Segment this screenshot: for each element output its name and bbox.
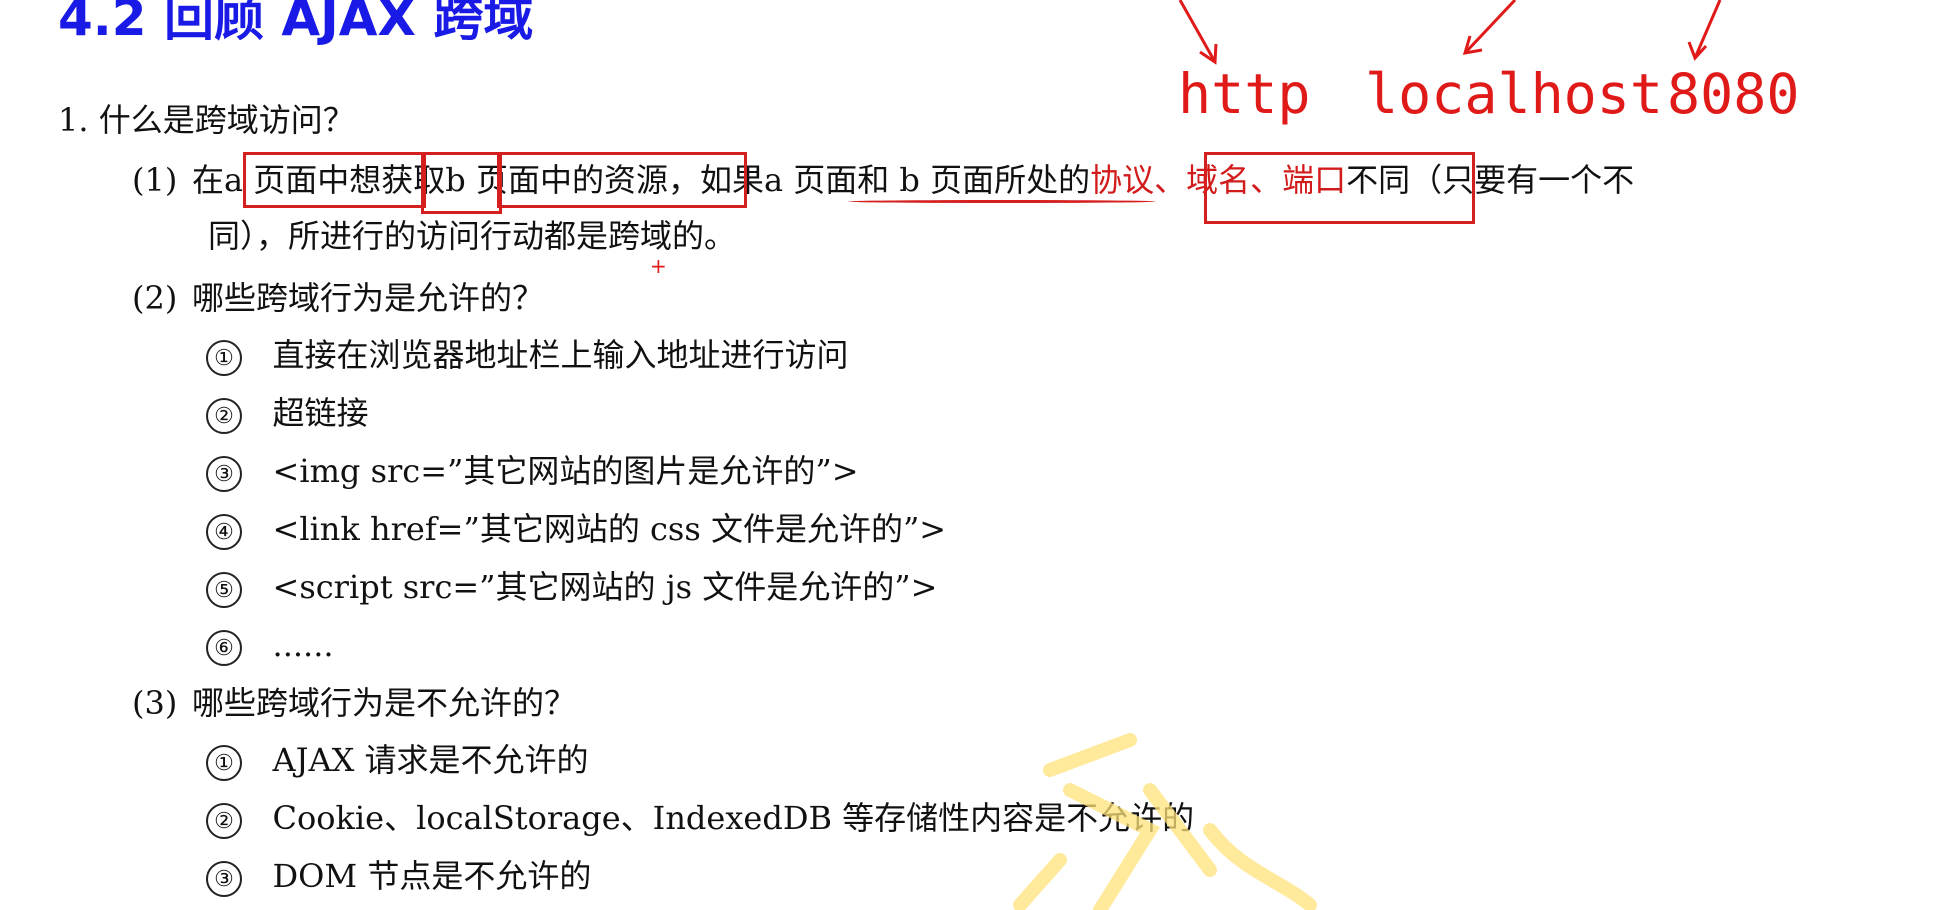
page-title: 4.2 回顾 AJAX 跨域: [58, 0, 534, 47]
allowed-marker-2: ②: [206, 397, 242, 434]
allowed-item: ④ <link href=”其它网站的 css 文件是允许的”>: [206, 509, 946, 550]
allowed-item: ⑥ ......: [206, 625, 334, 666]
allowed-text-4: <link href=”其它网站的 css 文件是允许的”>: [272, 510, 947, 548]
annotation-host: localhost: [1365, 62, 1664, 126]
item-1-line-2: 同），所进行的访问行动都是跨域的。: [208, 217, 737, 255]
allowed-item: ① 直接在浏览器地址栏上输入地址进行访问: [206, 335, 849, 376]
arrow-to-host: [1463, 0, 1517, 55]
allowed-text-5: <script src=”其它网站的 js 文件是允许的”>: [272, 568, 938, 606]
item-3-text: 哪些跨域行为是不允许的？: [192, 684, 577, 722]
arrow-to-scheme: [1178, 0, 1217, 63]
allowed-item: ③ <img src=”其它网站的图片是允许的”>: [206, 451, 859, 492]
highlight-box-a-page: [243, 152, 426, 208]
item-2-text: 哪些跨域行为是允许的？: [192, 279, 545, 317]
highlight-box-b-resource: [497, 152, 747, 208]
allowed-text-6: ......: [272, 626, 334, 664]
disallowed-marker-3: ③: [206, 860, 242, 897]
annotation-scheme: http: [1178, 62, 1311, 126]
allowed-text-3: <img src=”其它网站的图片是允许的”>: [272, 452, 859, 490]
item-3: (3) 哪些跨域行为是不允许的？: [132, 683, 576, 723]
allowed-marker-1: ①: [206, 339, 242, 376]
underline-pages: [848, 200, 1156, 203]
item-1-number: (1): [132, 161, 178, 199]
arrow-to-port: [1693, 0, 1722, 59]
disallowed-text-3: DOM 节点是不允许的: [272, 857, 592, 895]
highlight-box-protocol: [1204, 152, 1475, 224]
disallowed-marker-2: ②: [206, 802, 242, 839]
disallowed-item: ① AJAX 请求是不允许的: [206, 740, 589, 781]
cursor-cross: +: [650, 254, 667, 278]
item-2: (2) 哪些跨域行为是允许的？: [132, 278, 544, 318]
allowed-marker-4: ④: [206, 513, 242, 550]
annotation-port: 8080: [1667, 62, 1800, 126]
section-heading: 1. 什么是跨域访问？: [58, 101, 355, 139]
allowed-text-2: 超链接: [272, 394, 369, 432]
highlight-box-fetch: [421, 152, 502, 214]
allowed-marker-5: ⑤: [206, 571, 242, 608]
item-1-part-5: a 页面和 b 页面所处的: [763, 161, 1091, 199]
allowed-item: ② 超链接: [206, 393, 369, 434]
item-2-number: (2): [132, 279, 178, 317]
disallowed-text-1: AJAX 请求是不允许的: [272, 741, 589, 779]
allowed-item: ⑤ <script src=”其它网站的 js 文件是允许的”>: [206, 567, 937, 608]
disallowed-marker-1: ①: [206, 744, 242, 781]
allowed-marker-6: ⑥: [206, 629, 242, 666]
disallowed-item: ③ DOM 节点是不允许的: [206, 856, 591, 897]
item-3-number: (3): [132, 684, 178, 722]
watermark-logo: [1013, 733, 1317, 910]
allowed-text-1: 直接在浏览器地址栏上输入地址进行访问: [272, 336, 849, 374]
allowed-marker-3: ③: [206, 455, 242, 492]
item-1-part-0: 在: [192, 161, 225, 199]
